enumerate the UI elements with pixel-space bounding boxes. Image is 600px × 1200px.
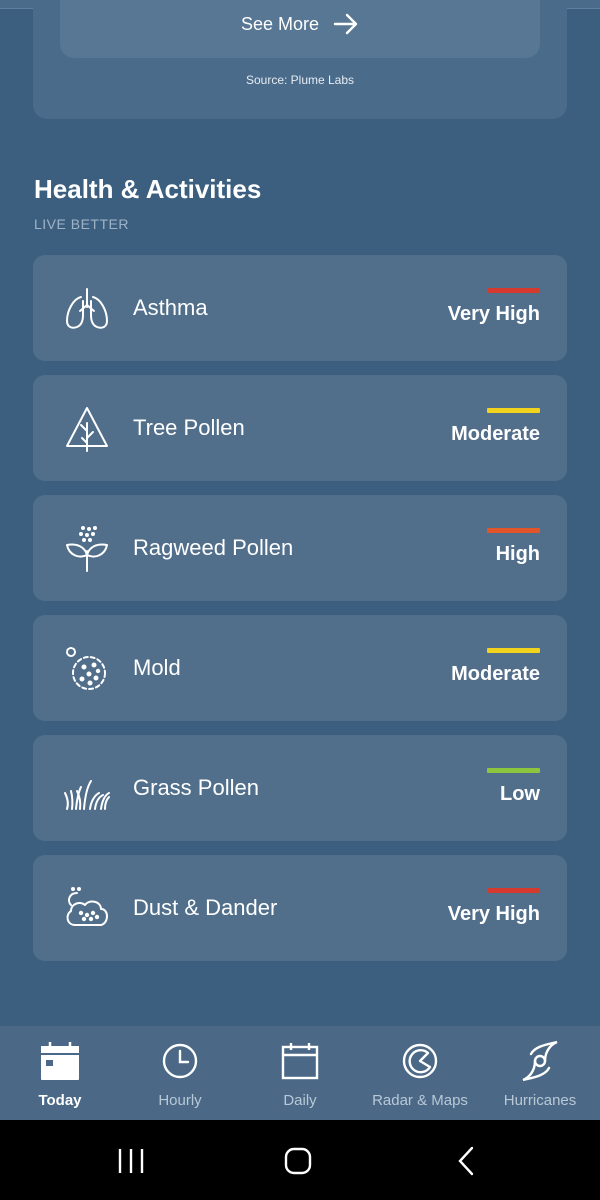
level-bar [487,648,540,653]
dust-icon [63,885,111,933]
health-item-name: Asthma [133,295,208,320]
tab-hurricanes[interactable]: Hurricanes [480,1026,600,1120]
health-item-name: Tree Pollen [133,415,245,440]
clock-icon [162,1043,198,1079]
ragweed-icon [63,525,111,573]
tab-label: Hourly [158,1092,202,1109]
health-item-level: Very High [447,903,540,925]
health-item-mold[interactable]: Mold Moderate [33,615,567,721]
system-nav-bar [0,1120,600,1200]
health-item-name: Mold [133,655,181,680]
air-quality-card: See More Source: Plume Labs [33,0,567,119]
calendar-icon [281,1043,319,1080]
health-item-name: Ragweed Pollen [133,535,294,560]
level-bar [487,888,540,893]
tab-daily[interactable]: Daily [240,1026,360,1120]
health-item-dust-dander[interactable]: Dust & Dander Very High [33,855,567,961]
health-item-level: Very High [447,303,540,325]
tab-radar-maps[interactable]: Radar & Maps [360,1026,480,1120]
grass-icon [63,765,111,813]
level-bar [487,288,540,293]
section-subtitle: LIVE BETTER [34,216,129,232]
health-list: Asthma Very High Tree Pollen Moderate Ra [33,255,567,975]
health-item-name: Dust & Dander [133,895,278,920]
health-item-grass-pollen[interactable]: Grass Pollen Low [33,735,567,841]
health-item-level: High [495,543,540,565]
tab-today[interactable]: Today [0,1026,120,1120]
tree-icon [63,405,111,453]
arrow-right-icon [333,13,358,35]
level-bar [487,768,540,773]
tab-label: Today [38,1092,82,1109]
health-item-level: Moderate [451,423,540,445]
home-icon[interactable] [281,1146,315,1176]
see-more-button[interactable]: See More [60,0,540,58]
tab-label: Daily [283,1092,317,1109]
health-item-name: Grass Pollen [133,775,259,800]
health-item-tree-pollen[interactable]: Tree Pollen Moderate [33,375,567,481]
radar-icon [402,1043,438,1079]
health-item-ragweed-pollen[interactable]: Ragweed Pollen High [33,495,567,601]
bottom-tab-bar: Today Hourly Daily Radar & Maps Hurrican… [0,1026,600,1120]
tab-label: Hurricanes [503,1092,577,1109]
level-bar [487,528,540,533]
section-title: Health & Activities [34,174,262,204]
tab-label: Radar & Maps [372,1092,468,1109]
health-item-level: Moderate [451,663,540,685]
calendar-today-icon [41,1042,79,1080]
health-item-asthma[interactable]: Asthma Very High [33,255,567,361]
see-more-label: See More [240,13,320,34]
health-item-level: Low [500,783,540,805]
back-icon[interactable] [450,1146,484,1176]
hurricane-icon [522,1040,558,1082]
air-quality-source: Source: Plume Labs [245,73,355,87]
level-bar [487,408,540,413]
tab-hourly[interactable]: Hourly [120,1026,240,1120]
recent-apps-icon[interactable] [114,1146,148,1176]
mold-icon [63,645,111,693]
lungs-icon [63,285,111,333]
